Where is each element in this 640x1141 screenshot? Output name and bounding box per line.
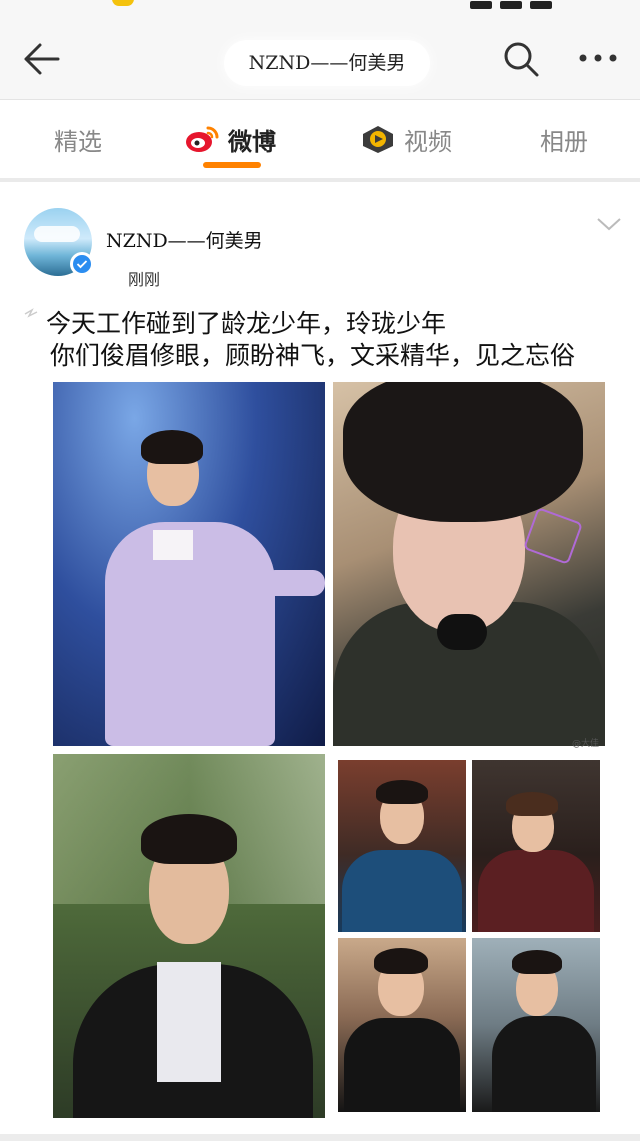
verified-badge-icon (70, 252, 94, 276)
tab-featured[interactable]: 精选 (54, 100, 102, 178)
post-time: 刚刚 (128, 270, 161, 289)
status-indicator (112, 0, 134, 6)
top-nav-bar: NZND——何美男 (0, 14, 640, 100)
post-photo[interactable] (338, 760, 466, 932)
photo-watermark: @大佳 (572, 739, 600, 749)
post-photo[interactable] (472, 760, 600, 932)
post-photo[interactable] (338, 938, 466, 1112)
status-icons (470, 0, 580, 9)
page-title: NZND——何美男 (248, 52, 406, 74)
tab-label: 微博 (228, 127, 276, 156)
title-pill: NZND——何美男 (224, 40, 430, 86)
weibo-logo-icon (186, 126, 219, 152)
post-username[interactable]: NZND——何美男 (106, 226, 263, 253)
status-bar (0, 0, 640, 14)
bottom-divider (0, 1134, 640, 1141)
tab-label: 精选 (54, 127, 102, 156)
post-photo[interactable] (53, 382, 325, 746)
tab-album[interactable]: 相册 (540, 100, 588, 178)
tab-label: 视频 (404, 127, 452, 156)
post-text-line: 今天工作碰到了龄龙少年，玲珑少年 (46, 309, 447, 338)
more-icon[interactable] (578, 52, 618, 64)
active-tab-indicator (203, 162, 261, 168)
video-icon (363, 126, 393, 153)
back-arrow-icon[interactable] (22, 42, 62, 76)
weibo-post-card: NZND——何美男 刚刚 今天工作碰到了龄龙少年，玲珑少年 你们俊眉修眼，顾盼神… (0, 182, 640, 1141)
profile-tabs: 精选 微博 视频 相册 (0, 100, 640, 178)
sparkle-icon (24, 308, 38, 318)
tab-label: 相册 (540, 127, 588, 156)
post-photo[interactable] (333, 382, 605, 746)
search-icon[interactable] (502, 40, 540, 78)
post-photo[interactable] (472, 938, 600, 1112)
tab-video[interactable]: 视频 (360, 100, 452, 178)
chevron-down-icon[interactable] (596, 216, 622, 232)
post-text-line: 你们俊眉修眼，顾盼神飞，文采精华，见之忘俗 (50, 341, 576, 370)
post-photo[interactable] (53, 754, 325, 1118)
